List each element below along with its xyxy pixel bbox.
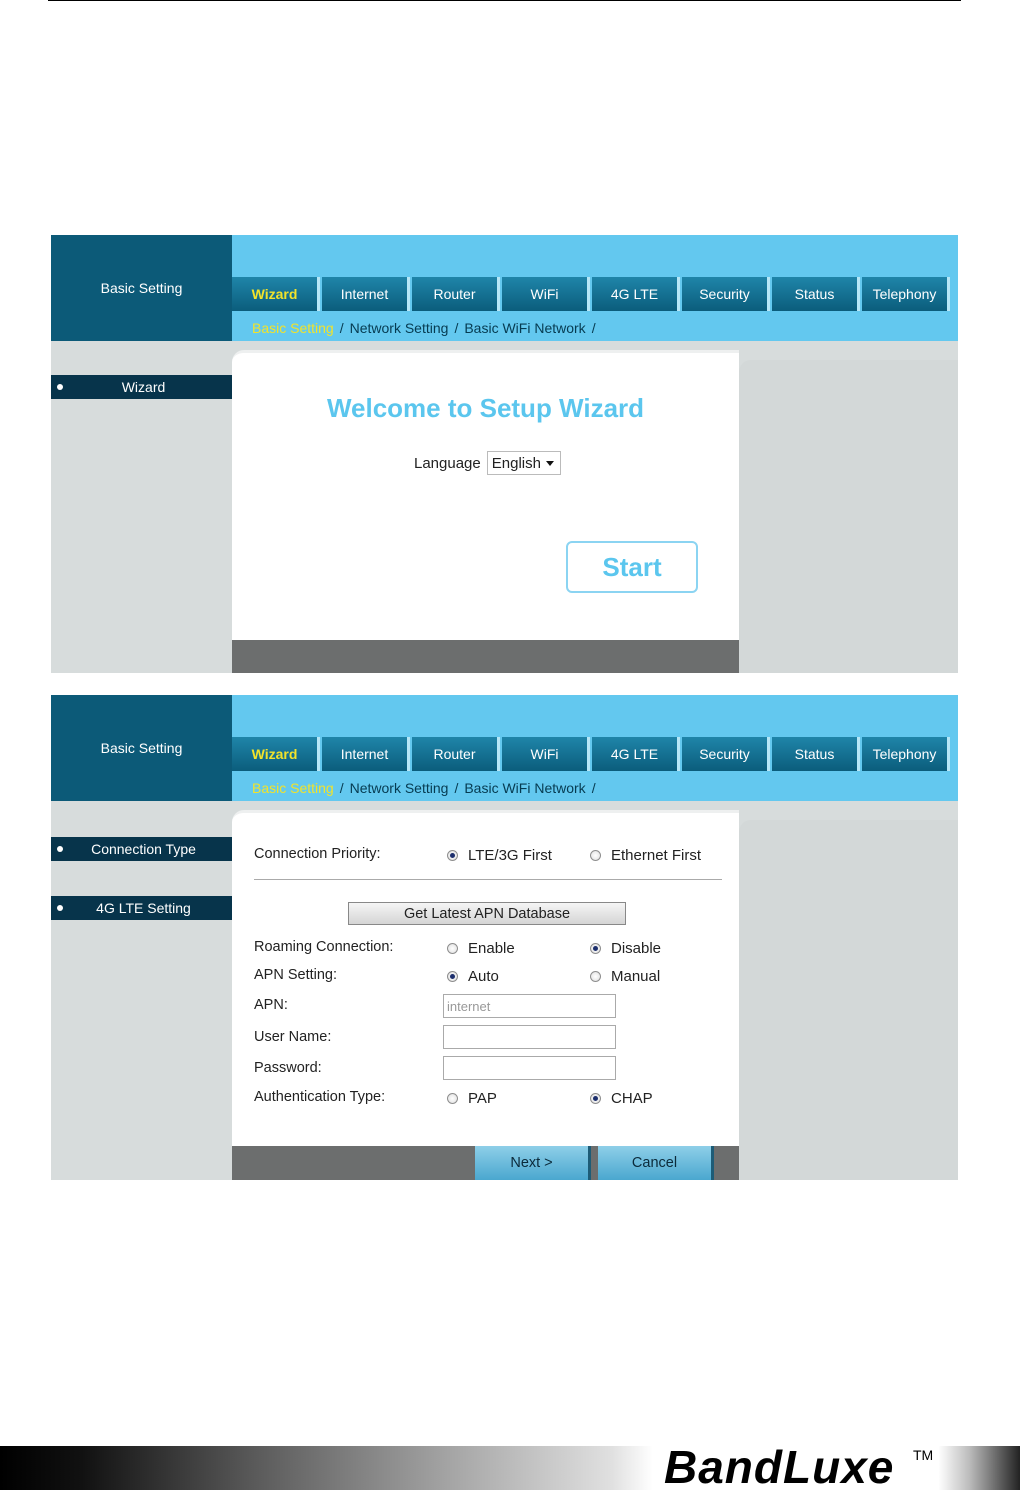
next-button[interactable]: Next > [475,1146,591,1180]
breadcrumb-current[interactable]: Basic Setting [252,780,334,796]
radio-auth-chap[interactable] [590,1093,601,1104]
page-top-rule [48,0,961,1]
radio-auth-pap-label: PAP [468,1090,497,1107]
tab-internet[interactable]: Internet [322,737,410,771]
tab-security[interactable]: Security [682,737,770,771]
radio-apn-manual-label: Manual [611,968,661,985]
tab-4g-lte[interactable]: 4G LTE [592,737,680,771]
radio-roaming-disable[interactable] [590,943,601,954]
bottom-bar [232,640,739,673]
start-button[interactable]: Start [566,541,698,593]
main-panel: Connection Priority: LTE/3G First Ethern… [232,810,739,1146]
dropdown-caret-icon [545,460,554,466]
radio-apn-auto[interactable] [447,971,458,982]
side-info-panel [739,360,958,673]
tab-security[interactable]: Security [682,277,770,311]
tab-wizard[interactable]: Wizard [232,277,320,311]
tab-status[interactable]: Status [772,277,860,311]
radio-auth-chap-label: CHAP [611,1090,653,1107]
language-row: Language English [414,451,561,475]
divider [254,879,722,880]
breadcrumb-separator: / [591,320,596,336]
main-tabs: Wizard Internet Router WiFi 4G LTE Secur… [232,277,952,311]
radio-ethernet-first-label: Ethernet First [611,847,702,864]
sidebar-item-connection-type[interactable]: Connection Type [51,837,232,861]
main-tabs: Wizard Internet Router WiFi 4G LTE Secur… [232,737,952,771]
connection-type-screen: Basic Setting Wizard Internet Router WiF… [51,695,958,1180]
radio-roaming-enable-label: Enable [468,940,515,957]
radio-apn-manual[interactable] [590,971,601,982]
radio-roaming-disable-label: Disable [611,940,662,957]
username-input[interactable] [443,1025,616,1049]
breadcrumb-current[interactable]: Basic Setting [252,320,334,336]
trademark-mark: TM [913,1447,934,1463]
sidebar-item-label: 4G LTE Setting [96,900,191,916]
breadcrumb-basic-wifi[interactable]: Basic WiFi Network [464,780,585,796]
tab-wifi[interactable]: WiFi [502,737,590,771]
tab-4g-lte[interactable]: 4G LTE [592,277,680,311]
main-panel: Welcome to Setup Wizard Language English… [232,350,739,640]
sidebar-item-4g-lte-setting[interactable]: 4G LTE Setting [51,896,232,920]
tab-router[interactable]: Router [412,277,500,311]
get-apn-database-button[interactable]: Get Latest APN Database [348,902,626,925]
top-nav-bar: Wizard Internet Router WiFi 4G LTE Secur… [232,235,958,341]
brand-label: Basic Setting [51,235,232,341]
wizard-screen: Basic Setting Wizard Internet Router WiF… [51,235,958,673]
breadcrumb-basic-wifi[interactable]: Basic WiFi Network [464,320,585,336]
breadcrumb: Basic Setting / Network Setting / Basic … [232,775,958,801]
sidebar-item-label: Wizard [121,379,166,395]
language-select[interactable]: English [486,451,561,475]
language-label: Language [414,454,481,472]
apn-input[interactable]: internet [443,994,616,1018]
radio-ethernet-first[interactable] [590,850,601,861]
tab-internet[interactable]: Internet [322,277,410,311]
radio-lte-first[interactable] [447,850,458,861]
tab-status[interactable]: Status [772,737,860,771]
language-value: English [491,454,541,472]
breadcrumb-separator: / [454,780,459,796]
radio-auth-pap[interactable] [447,1093,458,1104]
username-label: User Name: [254,1029,332,1045]
tab-wifi[interactable]: WiFi [502,277,590,311]
bottom-bar: Next > Cancel [232,1146,739,1180]
sidebar-item-wizard[interactable]: Wizard [51,375,232,399]
brand-label: Basic Setting [51,695,232,801]
radio-apn-auto-label: Auto [468,968,499,985]
tab-router[interactable]: Router [412,737,500,771]
tab-wizard[interactable]: Wizard [232,737,320,771]
cancel-button[interactable]: Cancel [598,1146,714,1180]
page-title: Welcome to Setup Wizard [326,393,645,423]
roaming-label: Roaming Connection: [254,939,394,955]
breadcrumb: Basic Setting / Network Setting / Basic … [232,315,958,341]
password-label: Password: [254,1060,322,1076]
top-nav-bar: Wizard Internet Router WiFi 4G LTE Secur… [232,695,958,801]
apn-setting-label: APN Setting: [254,967,338,983]
breadcrumb-network-setting[interactable]: Network Setting [350,780,449,796]
tab-telephony[interactable]: Telephony [862,737,950,771]
breadcrumb-separator: / [454,320,459,336]
breadcrumb-separator: / [339,780,344,796]
side-info-panel [739,820,958,1180]
password-input[interactable] [443,1056,616,1080]
connection-priority-label: Connection Priority: [254,846,381,862]
radio-lte-first-label: LTE/3G First [468,847,552,864]
sidebar-item-label: Connection Type [91,841,196,857]
radio-roaming-enable[interactable] [447,943,458,954]
breadcrumb-separator: / [339,320,344,336]
tab-telephony[interactable]: Telephony [862,277,950,311]
apn-label: APN: [254,997,288,1013]
breadcrumb-separator: / [591,780,596,796]
auth-type-label: Authentication Type: [254,1089,386,1105]
breadcrumb-network-setting[interactable]: Network Setting [350,320,449,336]
bandluxe-logo: BandLuxe [664,1441,895,1493]
